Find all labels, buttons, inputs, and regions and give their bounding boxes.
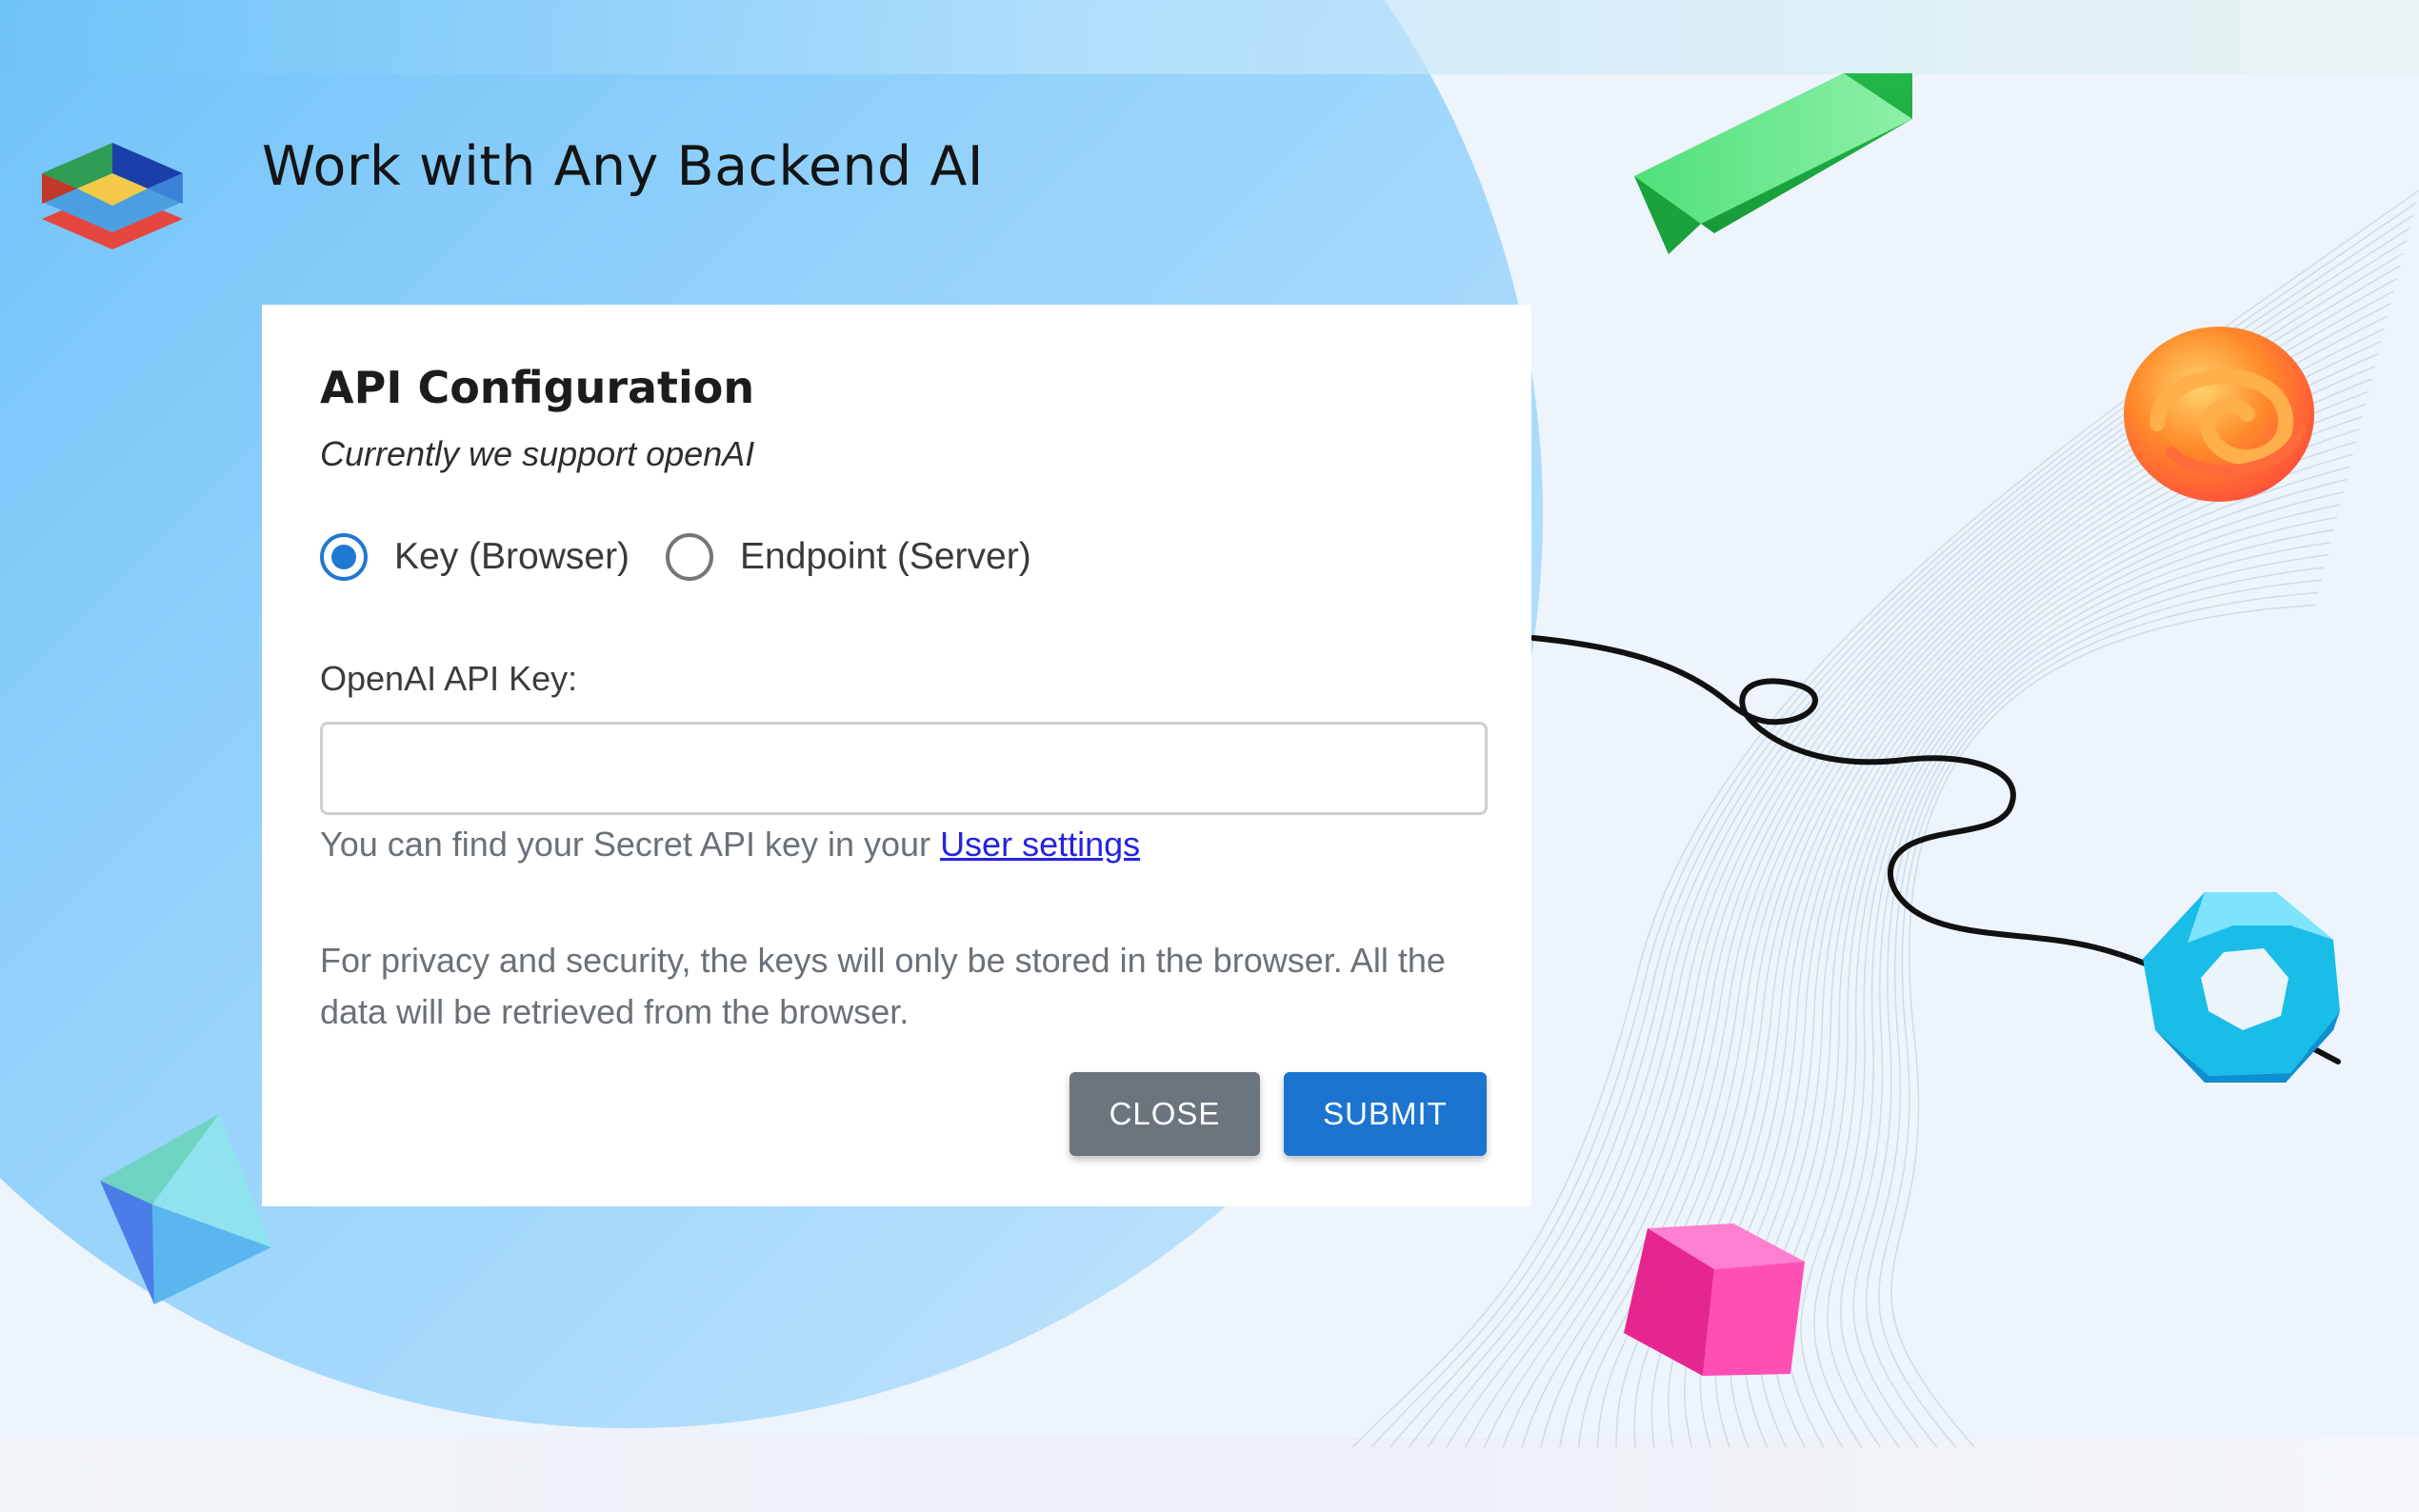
radio-selected-icon[interactable]	[320, 533, 368, 581]
mode-radio-group: Key (Browser) Endpoint (Server)	[320, 533, 1485, 581]
layers-logo-icon	[42, 143, 183, 249]
dialog-title: API Configuration	[320, 362, 755, 413]
api-key-label: OpenAI API Key:	[320, 659, 578, 698]
privacy-note: For privacy and security, the keys will …	[320, 941, 1446, 1031]
octahedron-shape	[100, 1114, 271, 1304]
api-key-helper: You can find your Secret API key in your…	[320, 825, 1485, 865]
dialog-actions: CLOSE SUBMIT	[1070, 1072, 1487, 1156]
dialog-subtitle: Currently we support openAI	[320, 434, 755, 473]
promo-canvas: Work with Any Backend AI API Configurati…	[0, 0, 2419, 1512]
api-key-input[interactable]	[320, 722, 1488, 815]
api-config-dialog: API Configuration Currently we support o…	[262, 305, 1531, 1206]
radio-key-browser[interactable]: Key (Browser)	[320, 533, 630, 581]
radio-endpoint-server-label: Endpoint (Server)	[740, 536, 1031, 577]
radio-endpoint-server[interactable]: Endpoint (Server)	[666, 533, 1031, 581]
radio-key-browser-label: Key (Browser)	[394, 536, 630, 577]
close-button[interactable]: CLOSE	[1070, 1072, 1260, 1156]
user-settings-link[interactable]: User settings	[940, 825, 1140, 864]
submit-button[interactable]: SUBMIT	[1284, 1072, 1487, 1156]
top-band	[0, 0, 2419, 74]
helper-text: You can find your Secret API key in your	[320, 825, 931, 864]
pink-cube-shape	[1624, 1224, 1805, 1376]
bottom-band	[0, 1438, 2419, 1512]
blue-ring-shape	[2143, 892, 2340, 1083]
page-headline: Work with Any Backend AI	[262, 135, 985, 198]
orange-knot-shape	[2124, 327, 2314, 502]
radio-unselected-icon[interactable]	[666, 533, 714, 581]
green-bar-shape	[1634, 73, 1912, 254]
